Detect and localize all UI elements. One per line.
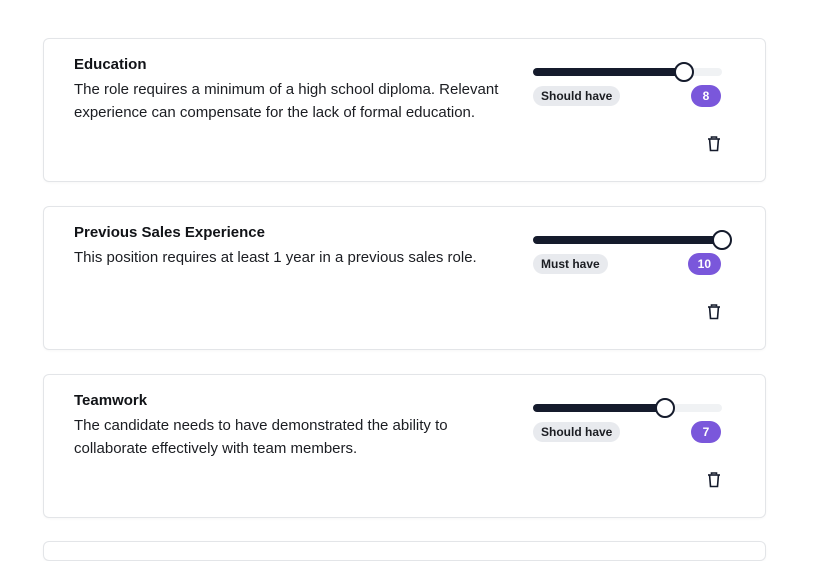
slider-fill xyxy=(533,236,722,244)
requirement-title: Previous Sales Experience xyxy=(74,224,265,241)
slider-fill xyxy=(533,68,685,76)
requirement-description: This position requires at least 1 year i… xyxy=(74,249,477,266)
trash-icon[interactable] xyxy=(707,472,721,488)
importance-slider[interactable] xyxy=(533,62,722,82)
importance-slider[interactable] xyxy=(533,230,732,250)
priority-badge: Should have xyxy=(533,86,621,106)
requirement-description: The role requires a minimum of a high sc… xyxy=(74,81,499,121)
requirement-card: Education The role requires a minimum of… xyxy=(43,38,766,182)
slider-handle[interactable] xyxy=(674,62,695,82)
trash-icon[interactable] xyxy=(707,304,721,320)
slider-fill xyxy=(533,404,666,412)
priority-badge: Should have xyxy=(533,422,621,442)
requirement-description: The candidate needs to have demonstrated… xyxy=(74,417,448,457)
score-badge: 10 xyxy=(687,253,721,275)
faded-header-text xyxy=(44,0,444,5)
requirement-card: Previous Sales Experience This position … xyxy=(43,206,766,350)
score-badge: 7 xyxy=(691,421,721,443)
score-badge: 8 xyxy=(691,85,721,107)
requirement-title: Teamwork xyxy=(74,392,148,409)
priority-badge: Must have xyxy=(533,254,608,274)
requirement-title: Education xyxy=(74,56,147,73)
slider-handle[interactable] xyxy=(712,230,732,250)
trash-icon[interactable] xyxy=(707,136,721,152)
requirement-card: Teamwork The candidate needs to have dem… xyxy=(43,374,766,518)
importance-slider[interactable] xyxy=(533,398,722,418)
slider-handle[interactable] xyxy=(655,398,676,418)
requirement-card-partial xyxy=(43,541,766,561)
